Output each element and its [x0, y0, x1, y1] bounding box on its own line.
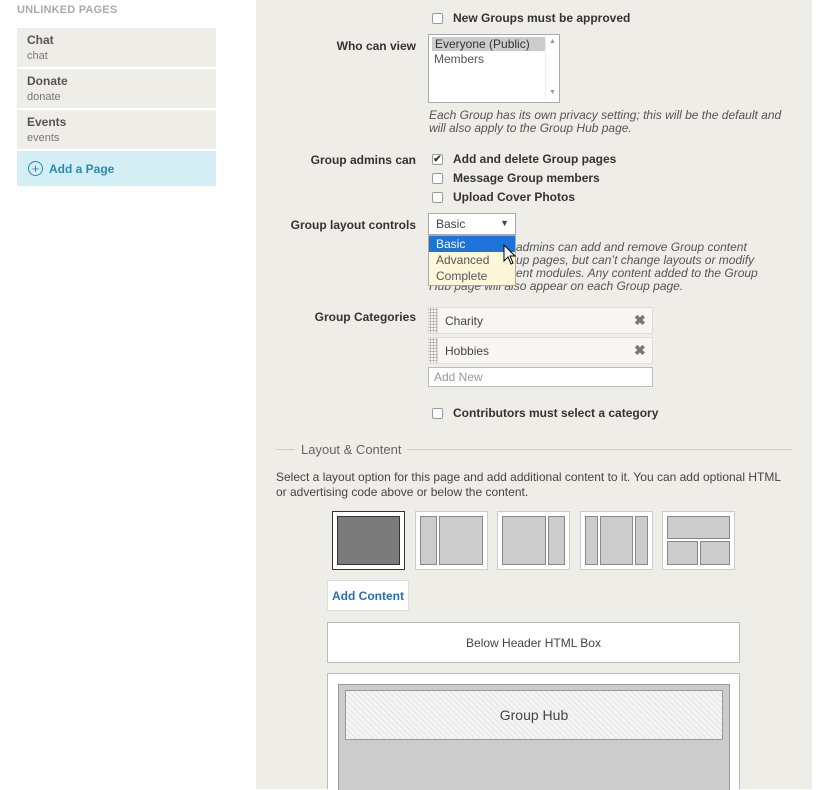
admin-option-upload-cover[interactable]: Upload Cover Photos	[432, 190, 575, 204]
admin-option-add-delete-pages[interactable]: ✔ Add and delete Group pages	[432, 152, 616, 166]
category-name: Charity	[445, 313, 484, 328]
remove-category-icon[interactable]: ✖	[634, 342, 652, 359]
page-slug: donate	[27, 91, 61, 103]
layout-block	[699, 541, 730, 565]
right-margin	[812, 0, 823, 789]
add-delete-pages-checkbox[interactable]: ✔	[432, 153, 443, 165]
page-name: Events	[27, 115, 67, 129]
layout-option-right-sidebar[interactable]	[497, 511, 570, 570]
contributors-select-category-label: Contributors must select a category	[453, 406, 659, 420]
category-tag[interactable]: Hobbies ✖	[428, 337, 653, 364]
listbox-scrollbar[interactable]: ▲ ▼	[545, 35, 559, 102]
layout-controls-value: Basic	[436, 217, 466, 231]
layout-preview-column: Group Hub	[338, 684, 730, 790]
layout-block	[502, 516, 546, 565]
layout-block	[439, 516, 483, 565]
sidebar: UNLINKED PAGES Chat chat Donate donate E…	[0, 0, 256, 789]
layout-option-single-column[interactable]	[332, 511, 405, 570]
layout-block-row	[667, 541, 730, 565]
add-page-label: Add a Page	[49, 161, 115, 176]
plus-circle-icon: +	[28, 161, 43, 176]
layout-option-top-split[interactable]	[662, 511, 735, 570]
category-name: Hobbies	[445, 343, 490, 358]
layout-option-left-sidebar[interactable]	[415, 511, 488, 570]
remove-category-icon[interactable]: ✖	[634, 312, 652, 329]
layout-controls-select[interactable]: Basic ▼	[428, 213, 516, 235]
scroll-down-icon[interactable]: ▼	[549, 89, 556, 96]
page-item-chat[interactable]: Chat chat	[17, 28, 216, 68]
add-category-input[interactable]: Add New	[428, 367, 653, 387]
admin-option-label: Upload Cover Photos	[453, 190, 576, 204]
message-members-checkbox[interactable]	[432, 172, 443, 184]
who-can-view-label: Who can view	[336, 39, 416, 53]
scroll-up-icon[interactable]: ▲	[549, 38, 556, 45]
layout-block	[667, 541, 698, 565]
layout-controls-label: Group layout controls	[290, 218, 416, 232]
who-can-view-option[interactable]: Everyone (Public)	[432, 37, 545, 51]
page-slug: chat	[27, 50, 48, 62]
page-name: Chat	[27, 33, 54, 47]
new-groups-approved-row[interactable]: New Groups must be approved	[432, 11, 630, 25]
layout-option-three-column[interactable]	[580, 511, 653, 570]
layout-block	[667, 516, 730, 539]
who-can-view-option[interactable]: Members	[429, 51, 559, 67]
who-can-view-listbox[interactable]: Everyone (Public) Members ▲ ▼	[428, 34, 560, 103]
page-item-events[interactable]: Events events	[17, 110, 216, 150]
contributors-select-category-checkbox[interactable]	[432, 407, 443, 419]
upload-cover-checkbox[interactable]	[432, 191, 443, 203]
privacy-help-text: Each Group has its own privacy setting; …	[429, 108, 782, 135]
dropdown-option-complete[interactable]: Complete	[429, 268, 515, 284]
admin-option-label: Message Group members	[453, 171, 600, 185]
layout-block	[585, 516, 598, 565]
new-groups-approved-label: New Groups must be approved	[453, 11, 631, 25]
layout-block	[420, 516, 437, 565]
new-groups-approved-checkbox[interactable]	[432, 12, 443, 24]
layout-description: Select a layout option for this page and…	[276, 470, 781, 499]
layout-block	[337, 516, 400, 565]
layout-block	[600, 516, 633, 565]
layout-block	[548, 516, 565, 565]
page-name: Donate	[27, 74, 68, 88]
add-page-button[interactable]: + Add a Page	[17, 151, 216, 186]
add-content-button[interactable]: Add Content	[327, 580, 409, 611]
layout-block	[635, 516, 648, 565]
dropdown-arrow-icon: ▼	[500, 218, 509, 228]
page-item-donate[interactable]: Donate donate	[17, 69, 216, 109]
page-slug: events	[27, 132, 60, 144]
layout-preview: Group Hub	[327, 673, 740, 790]
admin-option-message-members[interactable]: Message Group members	[432, 171, 600, 185]
group-settings-panel: New Groups must be approved Who can view…	[256, 0, 812, 790]
unlinked-pages-title: UNLINKED PAGES	[17, 4, 118, 16]
group-admins-label: Group admins can	[310, 153, 416, 167]
drag-handle-icon[interactable]	[429, 308, 438, 333]
category-tag[interactable]: Charity ✖	[428, 307, 653, 334]
drag-handle-icon[interactable]	[429, 338, 438, 363]
group-categories-label: Group Categories	[314, 310, 416, 324]
contributors-select-category-row[interactable]: Contributors must select a category	[432, 406, 658, 420]
mouse-pointer-icon	[503, 244, 517, 265]
layout-content-title: Layout & Content	[295, 442, 408, 457]
admin-option-label: Add and delete Group pages	[453, 152, 617, 166]
group-hub-module[interactable]: Group Hub	[345, 690, 723, 740]
below-header-html-box[interactable]: Below Header HTML Box	[327, 622, 740, 663]
